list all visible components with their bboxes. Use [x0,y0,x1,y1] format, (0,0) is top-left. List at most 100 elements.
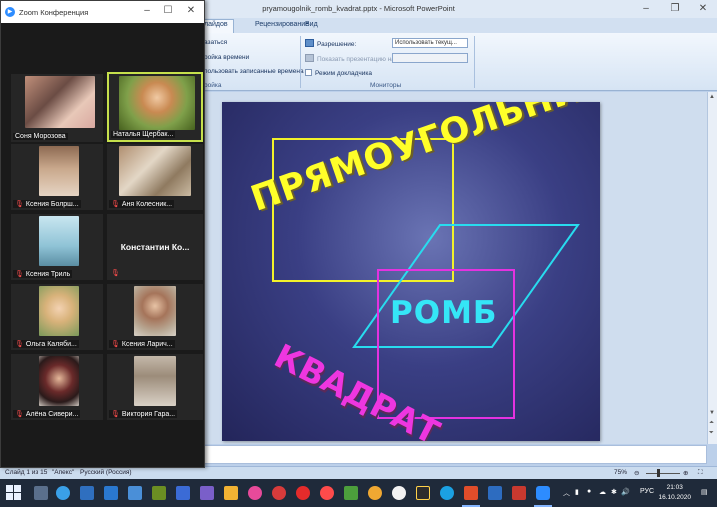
mic-muted-icon: 🎙 [111,341,120,348]
edge-icon[interactable] [440,486,454,500]
tray-chevron-icon[interactable]: ︿ [563,488,570,498]
theme-name: "Апекс" [52,469,75,476]
file-explorer-icon[interactable] [224,486,238,500]
ribbon-separator [300,36,301,88]
participant-video [39,356,79,406]
word-rhombus: РОМБ [390,295,498,331]
zoom-close-button[interactable]: ✕ [182,5,200,16]
mic-app-icon[interactable] [34,486,48,500]
next-slide-icon[interactable]: ⏷ [709,430,714,437]
calculator-icon[interactable] [176,486,190,500]
participant-tile[interactable]: 🎙 Аня Колесник... [107,144,203,210]
yandex-browser-icon[interactable] [392,486,406,500]
slide-canvas[interactable]: ПРЯМОУГОЛЬНИК РОМБ КВАДРАТ [222,102,600,441]
ribbon-item-use-timings[interactable]: пользовать записанные времена [204,68,304,75]
participant-name-large: Константин Ко... [120,242,190,252]
volume-icon[interactable]: 🔊 [621,488,630,496]
word-icon[interactable] [104,486,118,500]
participant-tile[interactable]: Константин Ко... 🎙 [107,214,203,280]
clock-date: 16.10.2020 [658,494,691,501]
app-icon[interactable] [512,486,526,500]
app-icon[interactable] [368,486,382,500]
fit-slide-icon[interactable]: ⛶ [698,469,703,477]
participant-tile[interactable]: 🎙 Ольга Каляби... [11,284,103,350]
presenter-view-option[interactable]: Режим докладчика [305,69,372,77]
clock[interactable]: 21:03 16.10.2020 [658,483,691,503]
resolution-label: Разрешение: [305,39,356,48]
participant-video [39,286,79,336]
group-label-monitors: Мониторы [370,82,402,89]
notifications-icon[interactable]: ▤ [701,488,708,496]
zoom-in-icon[interactable]: ⊕ [683,469,688,477]
tab-view[interactable]: Вид [300,20,323,29]
zoom-slider-thumb[interactable] [657,469,660,477]
participant-tile[interactable]: 🎙 Виктория Гара... [107,354,203,420]
zoom-window: ▶ Zoom Конференция – ☐ ✕ Соня Морозова Н… [0,0,205,468]
presenter-view-checkbox[interactable] [305,69,312,76]
media-player-icon[interactable] [80,486,94,500]
network-icon[interactable]: ▮ [575,488,579,496]
minimize-button[interactable]: – [633,1,659,16]
participant-tile-active-speaker[interactable]: Наталья Щербак... [107,72,203,142]
mic-muted-icon: 🎙 [15,271,24,278]
input-language[interactable]: РУС [640,488,654,495]
participant-name: Наталья Щербак... [111,131,176,138]
scroll-down-icon[interactable]: ▼ [709,410,715,416]
clock-time: 21:03 [666,484,683,491]
bluetooth-icon[interactable]: ✱ [611,488,617,496]
participant-video [134,356,176,406]
yandex-icon[interactable] [320,486,334,500]
participant-tile[interactable]: Соня Морозова [11,74,103,142]
monitor-icon [305,54,314,62]
ribbon-item-rehearse-timings[interactable]: ройка времени [204,54,249,61]
app-icon[interactable] [272,486,286,500]
zoom-level[interactable]: 75% [614,469,627,476]
opera-icon[interactable] [296,486,310,500]
prev-slide-icon[interactable]: ⏶ [709,420,714,427]
mic-muted-icon: 🎙 [15,341,24,348]
monitor-icon [305,39,314,47]
participant-avatar-drawing [39,216,79,266]
participant-tile[interactable]: 🎙 Ксения Болрш... [11,144,103,210]
participant-tile[interactable]: 🎙 Ксения Триль [11,214,103,280]
zoom-maximize-button[interactable]: ☐ [159,5,177,16]
restore-button[interactable]: ❐ [662,1,688,16]
participant-video [119,76,195,130]
photos-icon[interactable] [128,486,142,500]
app-icon[interactable] [200,486,214,500]
minecraft-icon[interactable] [152,486,166,500]
zoom-slider[interactable] [646,473,680,474]
vertical-scrollbar[interactable]: ▲ ▼ ⏶ ⏷ [707,92,717,444]
app-icon[interactable] [56,486,70,500]
app-tray-icon[interactable]: ● [587,488,591,495]
app-icon[interactable] [488,486,502,500]
scroll-up-icon[interactable]: ▲ [709,94,715,100]
windows-start-button[interactable] [6,485,22,501]
participant-name: 🎙 Алёна Сивери... [13,410,81,418]
resolution-select[interactable]: Использовать текущ... [392,38,468,48]
participant-video [39,146,79,196]
participant-name: 🎙 Ксения Ларич... [109,340,175,348]
mic-muted-icon: 🎙 [111,411,120,418]
participant-name: 🎙 Аня Колесник... [109,200,175,208]
zoom-out-icon[interactable]: ⊖ [634,469,639,477]
mic-muted-icon: 🎙 [15,201,24,208]
participant-tile[interactable]: 🎙 Алёна Сивери... [11,354,103,420]
group-label-setup: ройка [204,82,222,89]
ribbon-item-show[interactable]: азаться [204,39,227,46]
paint-icon[interactable] [248,486,262,500]
mic-muted-icon: 🎙 [15,411,24,418]
show-on-select[interactable] [392,53,468,63]
zoom-minimize-button[interactable]: – [138,5,156,16]
cloud-icon[interactable]: ☁ [599,488,606,496]
powerpoint-taskbar-icon[interactable] [464,486,478,500]
participant-tile[interactable]: 🎙 Ксения Ларич... [107,284,203,350]
app-icon[interactable] [416,486,430,500]
windows-taskbar: ︿ ▮ ● ☁ ✱ 🔊 РУС 21:03 16.10.2020 ▤ [0,479,717,507]
close-button[interactable]: ✕ [690,1,716,16]
participant-video [25,76,95,128]
zoom-taskbar-icon[interactable] [536,486,550,500]
language[interactable]: Русский (Россия) [80,469,132,476]
notes-pane[interactable] [204,445,707,464]
app-icon[interactable] [344,486,358,500]
